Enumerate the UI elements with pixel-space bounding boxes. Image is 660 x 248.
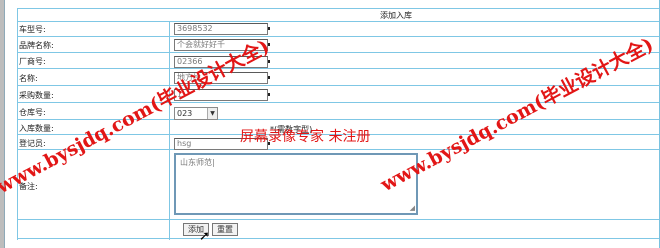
watermark-right: www.bysjdq.com(毕业设计大全) (377, 33, 657, 197)
model-label: 车型号: (19, 25, 46, 34)
model-value: 3698532 (177, 24, 213, 33)
resize-grip-icon[interactable]: ◢ (410, 204, 415, 212)
brand-value: 个会就好好千 (177, 40, 225, 49)
registrar-value: hsg (177, 139, 192, 148)
grid-line (169, 21, 170, 240)
required-marker (268, 93, 270, 96)
required-marker (268, 27, 270, 30)
remark-value: 山东师范| (180, 158, 215, 167)
required-marker (268, 76, 270, 79)
watermark-center: 屏幕录像专家 未注册 (240, 129, 371, 145)
grid-line (17, 149, 659, 150)
brand-label: 品牌名称: (19, 41, 54, 50)
grid-line (17, 238, 659, 239)
grid-line (17, 68, 659, 69)
required-marker (268, 60, 270, 63)
left-border-inner (4, 0, 5, 248)
model-input[interactable]: 3698532 (174, 23, 270, 35)
qty-label: 采购数量: (19, 91, 54, 100)
reset-button[interactable]: 重置 (212, 223, 238, 236)
name-label: 名称: (19, 74, 38, 83)
warehouse-label: 仓库号: (19, 108, 46, 117)
form-title: 添加入库 (380, 11, 412, 20)
grid-line (17, 8, 659, 9)
grid-line (17, 36, 659, 37)
mouse-pointer-icon: ➚ (199, 229, 210, 244)
grid-line (17, 21, 659, 22)
chevron-down-icon: ▼ (207, 108, 217, 119)
grid-line (17, 52, 659, 53)
page-frame: 添加入库 车型号: 品牌名称: 厂商号: 名称: 采购数量: 仓库号: 入库数量… (0, 0, 660, 248)
maker-label: 厂商号: (19, 57, 46, 66)
stock-qty-label: 入库数量: (19, 124, 54, 133)
warehouse-value: 023 (177, 109, 193, 118)
grid-line (17, 8, 18, 240)
grid-line (17, 219, 659, 220)
warehouse-select[interactable]: 023 ▼ (174, 107, 218, 120)
